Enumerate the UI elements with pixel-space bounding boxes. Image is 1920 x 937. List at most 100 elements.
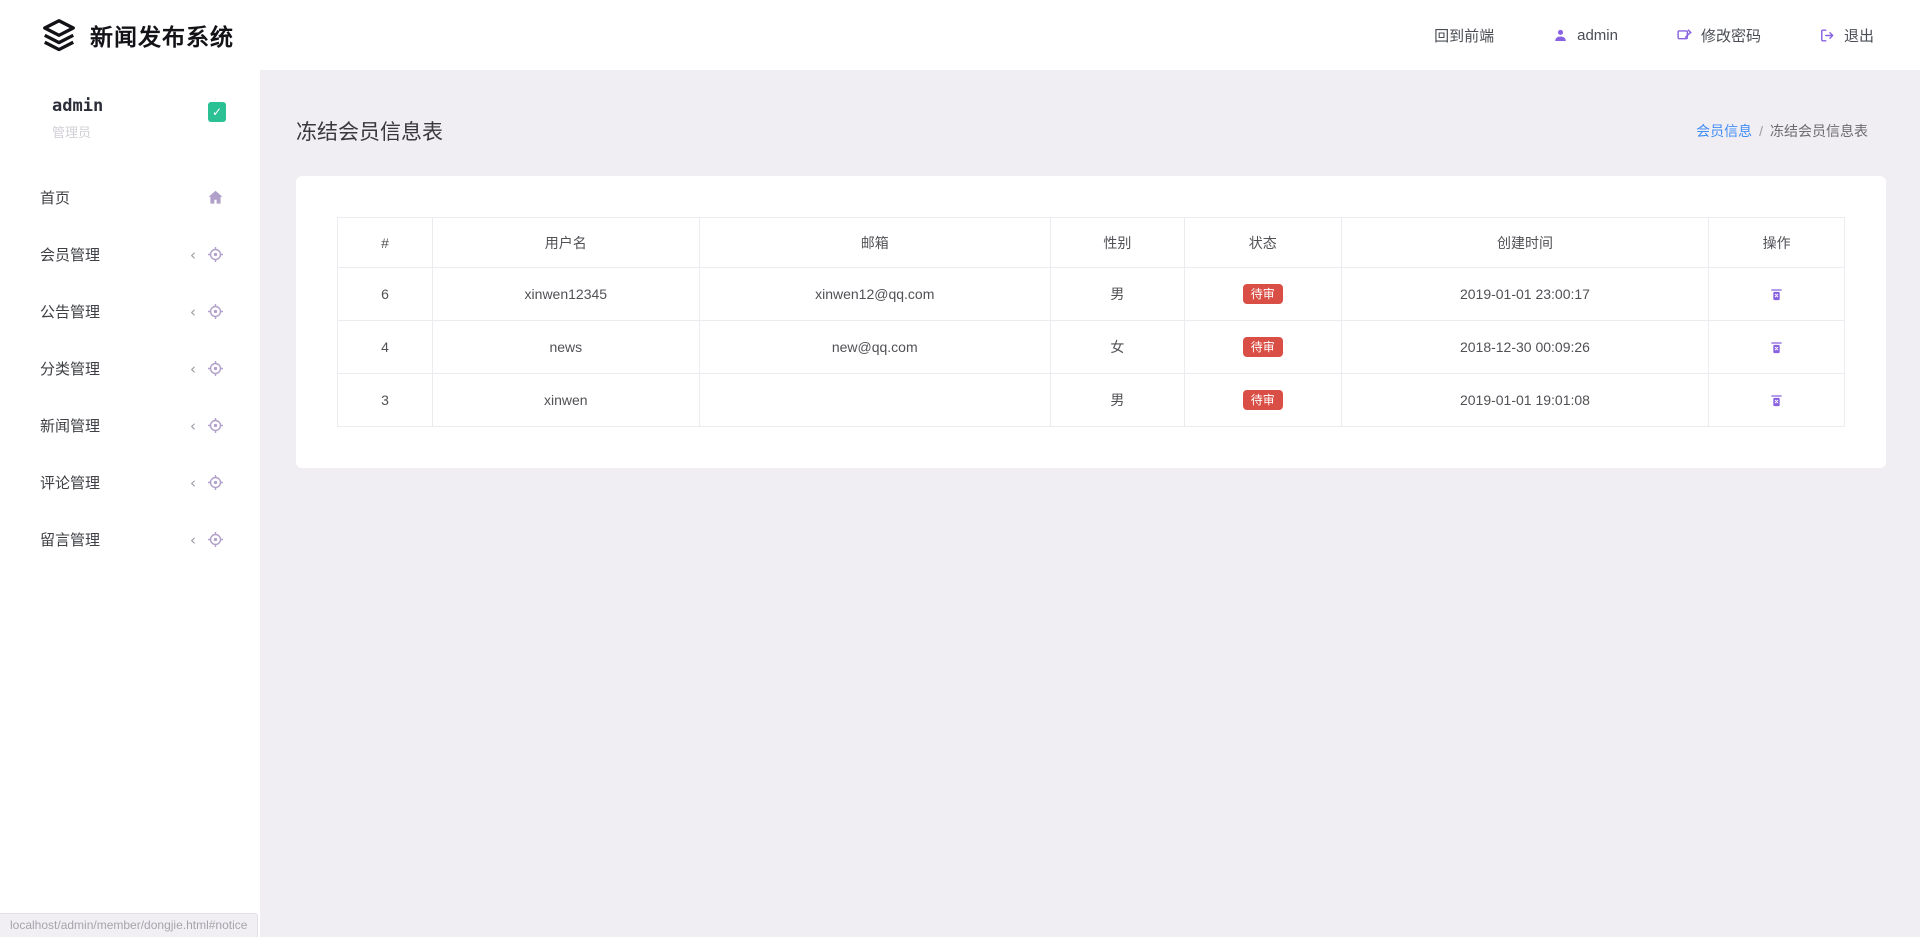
- top-header: 新闻发布系统 回到前端 admin 修改密码: [0, 0, 1920, 70]
- chevron-left-icon: ‹: [190, 360, 196, 378]
- sidebar-item-5[interactable]: 留言管理‹: [0, 511, 260, 568]
- table-body: 6xinwen12345xinwen12@qq.com男待审2019-01-01…: [338, 268, 1845, 427]
- sidebar-item-4[interactable]: 评论管理‹: [0, 454, 260, 511]
- trash-icon: [1769, 339, 1784, 355]
- col-header-username: 用户名: [432, 218, 699, 268]
- delete-member-button[interactable]: [1765, 388, 1788, 412]
- table-row: 3xinwen 男 待审 2019-01-01 19:01:08: [338, 374, 1845, 427]
- delete-member-button[interactable]: [1765, 335, 1788, 359]
- app-logo: 新闻发布系统: [40, 16, 234, 54]
- trash-icon: [1769, 392, 1784, 408]
- browser-status-url: localhost/admin/member/dongjie.html#noti…: [0, 913, 258, 937]
- sidebar-item-0[interactable]: 会员管理‹: [0, 226, 260, 283]
- cell-id: 3: [338, 374, 433, 427]
- chevron-left-icon: ‹: [190, 417, 196, 435]
- col-header-email: 邮箱: [699, 218, 1050, 268]
- change-password-button[interactable]: 修改密码: [1676, 25, 1761, 46]
- cell-status: 待审: [1184, 268, 1341, 321]
- sidebar-item-label: 新闻管理: [40, 415, 190, 436]
- sidebar-item-home[interactable]: 首页: [0, 169, 260, 226]
- table-row: 6xinwen12345xinwen12@qq.com男待审2019-01-01…: [338, 268, 1845, 321]
- cell-actions: [1709, 321, 1845, 374]
- top-menu: 回到前端 admin 修改密码 退出: [1434, 25, 1874, 46]
- sidebar-item-label: 分类管理: [40, 358, 190, 379]
- sidebar-item-label: 留言管理: [40, 529, 190, 550]
- cell-status: 待审: [1184, 374, 1341, 427]
- breadcrumb-parent-link[interactable]: 会员信息: [1696, 121, 1752, 141]
- cell-actions: [1709, 374, 1845, 427]
- target-icon: [206, 359, 225, 378]
- sidebar-user-role: 管理员: [52, 122, 103, 141]
- frozen-members-table: # 用户名 邮箱 性别 状态 创建时间 操作 6xinwen12345xinwe…: [337, 217, 1845, 427]
- cell-username: xinwen: [432, 374, 699, 427]
- sidebar-nav: 首页 会员管理‹ 公告管理‹ 分类管理‹ 新闻管理‹ 评论管理‹ 留言管理‹: [0, 169, 260, 568]
- logout-label: 退出: [1844, 25, 1874, 46]
- target-icon: [206, 302, 225, 321]
- col-header-id: #: [338, 218, 433, 268]
- chevron-left-icon: ‹: [190, 474, 196, 492]
- cell-created: 2018-12-30 00:09:26: [1341, 321, 1709, 374]
- chevron-left-icon: ‹: [190, 531, 196, 549]
- cell-username: xinwen12345: [432, 268, 699, 321]
- cell-email: new@qq.com: [699, 321, 1050, 374]
- edit-card-icon: [1676, 27, 1693, 44]
- table-card: # 用户名 邮箱 性别 状态 创建时间 操作 6xinwen12345xinwe…: [296, 176, 1886, 468]
- sidebar-item-label: 公告管理: [40, 301, 190, 322]
- logout-button[interactable]: 退出: [1819, 25, 1874, 46]
- cell-status: 待审: [1184, 321, 1341, 374]
- sidebar: admin 管理员 ✓ 首页 会员管理‹ 公告管理‹ 分类管理‹ 新闻管理‹ 评…: [0, 70, 260, 937]
- back-to-frontend-label: 回到前端: [1434, 25, 1494, 46]
- change-password-label: 修改密码: [1701, 25, 1761, 46]
- col-header-created: 创建时间: [1341, 218, 1709, 268]
- layers-icon: [40, 16, 78, 54]
- cell-gender: 女: [1050, 321, 1184, 374]
- sidebar-item-1[interactable]: 公告管理‹: [0, 283, 260, 340]
- cell-email: xinwen12@qq.com: [699, 268, 1050, 321]
- cell-email: [699, 374, 1050, 427]
- target-icon: [206, 473, 225, 492]
- target-icon: [206, 530, 225, 549]
- page-title: 冻结会员信息表: [296, 116, 443, 146]
- home-icon: [206, 188, 225, 207]
- breadcrumb: 会员信息 / 冻结会员信息表: [1696, 121, 1868, 141]
- main-content: 冻结会员信息表 会员信息 / 冻结会员信息表 # 用户名 邮箱 性别 状态 创建…: [260, 70, 1920, 937]
- sidebar-item-3[interactable]: 新闻管理‹: [0, 397, 260, 454]
- trash-icon: [1769, 286, 1784, 302]
- cell-created: 2019-01-01 23:00:17: [1341, 268, 1709, 321]
- sidebar-item-2[interactable]: 分类管理‹: [0, 340, 260, 397]
- breadcrumb-current: 冻结会员信息表: [1770, 121, 1868, 141]
- cell-actions: [1709, 268, 1845, 321]
- check-badge-icon: ✓: [208, 102, 226, 122]
- delete-member-button[interactable]: [1765, 282, 1788, 306]
- app-title: 新闻发布系统: [90, 18, 234, 52]
- back-to-frontend-link[interactable]: 回到前端: [1434, 25, 1494, 46]
- sidebar-item-label: 评论管理: [40, 472, 190, 493]
- chevron-left-icon: ‹: [190, 246, 196, 264]
- status-badge: 待审: [1243, 390, 1283, 410]
- current-user-label: admin: [1577, 27, 1618, 44]
- cell-gender: 男: [1050, 268, 1184, 321]
- sidebar-user-block: admin 管理员 ✓: [0, 70, 260, 141]
- person-icon: [1552, 27, 1569, 44]
- col-header-gender: 性别: [1050, 218, 1184, 268]
- sidebar-item-label: 首页: [40, 187, 206, 208]
- cell-username: news: [432, 321, 699, 374]
- breadcrumb-separator: /: [1759, 123, 1763, 139]
- target-icon: [206, 416, 225, 435]
- sidebar-user-name: admin: [52, 96, 103, 116]
- target-icon: [206, 245, 225, 264]
- col-header-status: 状态: [1184, 218, 1341, 268]
- cell-created: 2019-01-01 19:01:08: [1341, 374, 1709, 427]
- sidebar-item-label: 会员管理: [40, 244, 190, 265]
- page-head: 冻结会员信息表 会员信息 / 冻结会员信息表: [260, 70, 1920, 146]
- table-row: 4newsnew@qq.com女 待审 2018-12-30 00:09:26: [338, 321, 1845, 374]
- status-badge: 待审: [1243, 337, 1283, 357]
- status-badge: 待审: [1243, 284, 1283, 304]
- logout-icon: [1819, 27, 1836, 44]
- cell-id: 4: [338, 321, 433, 374]
- current-user-menu[interactable]: admin: [1552, 27, 1618, 44]
- cell-gender: 男: [1050, 374, 1184, 427]
- table-header-row: # 用户名 邮箱 性别 状态 创建时间 操作: [338, 218, 1845, 268]
- col-header-actions: 操作: [1709, 218, 1845, 268]
- chevron-left-icon: ‹: [190, 303, 196, 321]
